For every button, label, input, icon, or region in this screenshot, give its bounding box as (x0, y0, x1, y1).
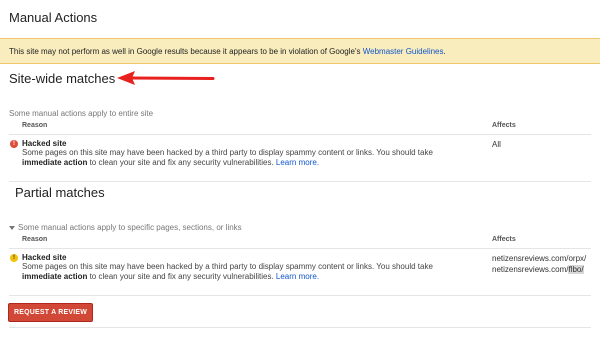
sitewide-issue-description: Some pages on this site may have been ha… (22, 148, 433, 167)
sitewide-reason-header: Reason (22, 122, 48, 129)
partial-reason-header: Reason (22, 236, 48, 243)
notice-suffix: . (443, 47, 446, 56)
sitewide-affects-value: All (492, 140, 501, 149)
red-arrow-icon (117, 71, 215, 85)
partial-issue-description: Some pages on this site may have been ha… (22, 262, 433, 281)
section-divider (9, 181, 591, 182)
error-icon: ! (10, 140, 18, 148)
partial-issue-title: Hacked site (22, 253, 67, 262)
sitewide-header-divider (9, 134, 591, 135)
partial-affects-list: netizensreviews.com/orpx/ netizensreview… (492, 253, 586, 275)
partial-header-divider (9, 248, 591, 249)
expand-triangle-icon (9, 225, 15, 230)
bottom-divider (9, 327, 591, 328)
partial-learn-more-link[interactable]: Learn more. (276, 272, 319, 281)
sitewide-affects-header: Affects (492, 122, 516, 129)
sitewide-matches-title: Site-wide matches (9, 71, 116, 86)
partial-affects-header: Affects (492, 236, 516, 243)
partial-subtitle[interactable]: Some manual actions apply to specific pa… (9, 223, 242, 232)
sitewide-issue-title: Hacked site (22, 139, 67, 148)
page-title: Manual Actions (9, 10, 98, 25)
warning-icon: ! (10, 254, 18, 262)
webmaster-guidelines-link[interactable]: Webmaster Guidelines (363, 47, 444, 56)
affected-url: netizensreviews.com/flbo/ (492, 265, 584, 274)
request-review-button[interactable]: REQUEST A REVIEW (8, 303, 93, 322)
guideline-warning-banner: This site may not perform as well in Goo… (0, 38, 600, 64)
sitewide-subtitle: Some manual actions apply to entire site (9, 109, 154, 118)
affected-url: netizensreviews.com/orpx/ (492, 254, 587, 263)
partial-matches-title: Partial matches (15, 185, 105, 200)
section-divider (9, 295, 591, 296)
sitewide-learn-more-link[interactable]: Learn more. (276, 158, 319, 167)
notice-text: This site may not perform as well in Goo… (9, 47, 363, 56)
